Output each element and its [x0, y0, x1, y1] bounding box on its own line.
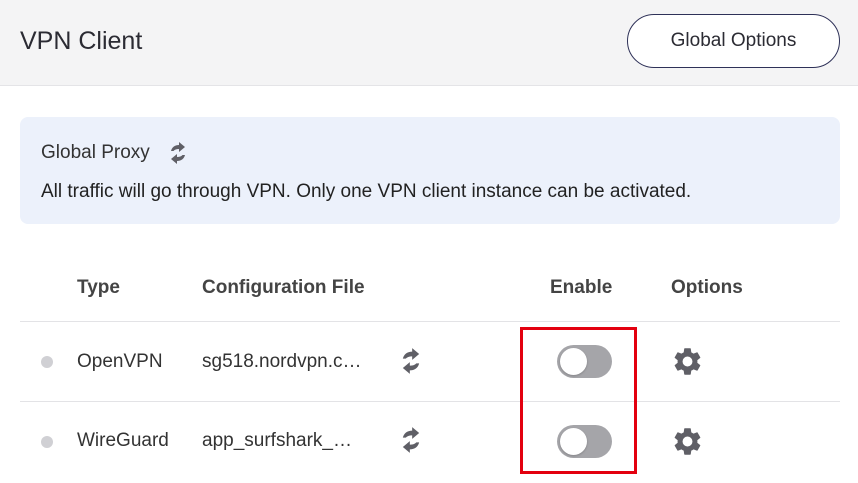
global-proxy-title: Global Proxy: [41, 142, 150, 163]
table-row: OpenVPN sg518.nordvpn.c…: [0, 322, 858, 401]
gear-icon[interactable]: [671, 425, 704, 458]
page-header: VPN Client Global Options: [0, 0, 858, 86]
row-config-file: app_surfshark_…: [202, 430, 352, 451]
row-type: OpenVPN: [77, 351, 163, 372]
highlight-box: [520, 327, 637, 474]
global-proxy-description: All traffic will go through VPN. Only on…: [41, 181, 692, 202]
page-title: VPN Client: [20, 27, 143, 55]
switch-config-icon[interactable]: [397, 426, 425, 454]
row-type: WireGuard: [77, 430, 169, 451]
row-config-file: sg518.nordvpn.c…: [202, 351, 362, 372]
column-header-config-file: Configuration File: [202, 277, 365, 298]
column-header-enable: Enable: [550, 277, 613, 298]
global-proxy-panel: Global Proxy All traffic will go through…: [20, 117, 840, 224]
switch-arrows-icon[interactable]: [166, 141, 190, 165]
global-proxy-title-row: Global Proxy: [41, 141, 190, 165]
column-header-type: Type: [77, 277, 120, 298]
switch-config-icon[interactable]: [397, 347, 425, 375]
column-header-options: Options: [671, 277, 743, 298]
status-dot: [41, 436, 53, 448]
global-options-button[interactable]: Global Options: [627, 14, 840, 68]
table-row: WireGuard app_surfshark_…: [0, 402, 858, 481]
gear-icon[interactable]: [671, 345, 704, 378]
status-dot: [41, 356, 53, 368]
